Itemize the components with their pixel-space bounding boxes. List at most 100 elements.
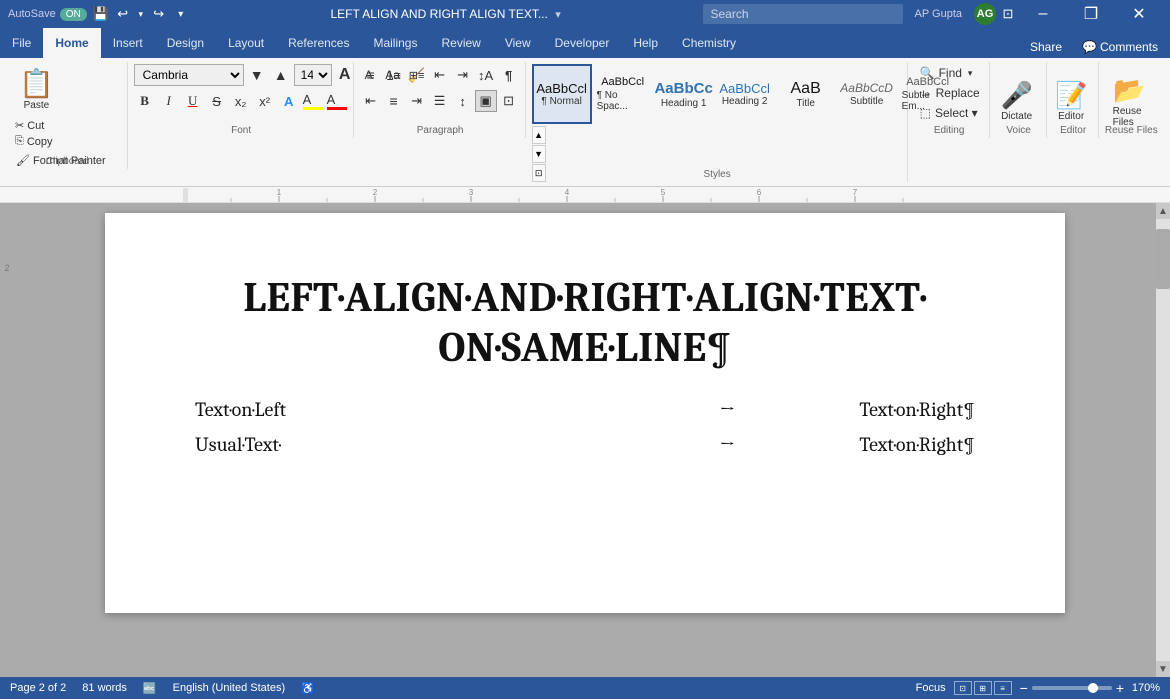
superscript-button[interactable]: x² bbox=[254, 90, 276, 112]
autosave-label: AutoSave ON bbox=[8, 8, 87, 21]
styles-scroll-down[interactable]: ▼ bbox=[532, 145, 546, 163]
zoom-out-button[interactable]: − bbox=[1020, 680, 1028, 696]
grow-font-icon[interactable]: A bbox=[334, 64, 356, 86]
underline-button[interactable]: U bbox=[182, 90, 204, 112]
sort-button[interactable]: ↕A bbox=[475, 64, 497, 86]
language-label[interactable]: English (United States) bbox=[173, 682, 286, 694]
focus-button[interactable]: Focus bbox=[916, 682, 946, 694]
style-no-space[interactable]: AaBbCcl ¶ No Spac... bbox=[593, 64, 653, 124]
zoom-in-button[interactable]: + bbox=[1116, 680, 1124, 696]
numbering-button[interactable]: 1≡ bbox=[383, 64, 405, 86]
show-formatting-button[interactable]: ¶ bbox=[498, 64, 520, 86]
search-input[interactable] bbox=[703, 4, 903, 24]
document-scroll[interactable]: LEFT·ALIGN·AND·RIGHT·ALIGN·TEXT· ON·SAME… bbox=[14, 203, 1156, 677]
scroll-up-button[interactable]: ▲ bbox=[1156, 203, 1170, 219]
cut-icon: ✂ bbox=[15, 119, 24, 132]
shading-button[interactable]: ▣ bbox=[475, 90, 497, 112]
increase-indent-button[interactable]: ⇥ bbox=[452, 64, 474, 86]
tab-file[interactable]: File bbox=[0, 28, 43, 58]
tab-home[interactable]: Home bbox=[43, 28, 100, 58]
style-title[interactable]: AaB Title bbox=[776, 64, 836, 124]
scroll-thumb[interactable] bbox=[1156, 229, 1170, 289]
print-layout-btn[interactable]: ⊡ bbox=[954, 681, 972, 695]
strikethrough-button[interactable]: S bbox=[206, 90, 228, 112]
ribbon-tabs: File Home Insert Design Layout Reference… bbox=[0, 28, 748, 58]
align-left-button[interactable]: ⇤ bbox=[360, 90, 382, 112]
read-mode-btn[interactable]: ≡ bbox=[994, 681, 1012, 695]
paste-button[interactable]: 📋 Paste bbox=[12, 64, 61, 114]
find-dropdown-icon[interactable]: ▾ bbox=[968, 68, 973, 79]
tab-references[interactable]: References bbox=[276, 28, 361, 58]
dictate-button[interactable]: 🎤 Dictate bbox=[992, 76, 1040, 126]
copy-button[interactable]: ⎘ Copy bbox=[12, 134, 110, 149]
styles-scroll-up[interactable]: ▲ bbox=[532, 126, 546, 144]
save-icon[interactable]: 💾 bbox=[93, 6, 109, 22]
tab-mailings[interactable]: Mailings bbox=[361, 28, 429, 58]
style-heading2[interactable]: AaBbCcl Heading 2 bbox=[715, 64, 775, 124]
tab-view[interactable]: View bbox=[493, 28, 543, 58]
tab-chemistry[interactable]: Chemistry bbox=[670, 28, 748, 58]
bullets-button[interactable]: ≡ bbox=[360, 64, 382, 86]
redo-icon[interactable]: ↪ bbox=[151, 6, 167, 22]
minimize-button[interactable]: – bbox=[1020, 0, 1066, 28]
title-dropdown-icon[interactable]: ▾ bbox=[555, 9, 561, 21]
share-button[interactable]: Share bbox=[1018, 36, 1074, 58]
highlight-color-button[interactable]: A bbox=[302, 90, 324, 112]
scroll-track[interactable] bbox=[1156, 219, 1170, 661]
doc-row-2[interactable]: Usual·Text· → Text·on·Right¶ bbox=[195, 433, 975, 456]
style-heading1[interactable]: AaBbCc Heading 1 bbox=[654, 64, 714, 124]
text-effects-button[interactable]: A bbox=[278, 90, 300, 112]
autosave-toggle[interactable]: ON bbox=[60, 8, 87, 21]
subscript-button[interactable]: x₂ bbox=[230, 90, 252, 112]
avatar[interactable]: AG bbox=[974, 3, 996, 25]
zoom-thumb[interactable] bbox=[1088, 683, 1098, 693]
web-layout-btn[interactable]: ⊞ bbox=[974, 681, 992, 695]
style-normal[interactable]: AaBbCcl ¶ Normal bbox=[532, 64, 592, 124]
svg-text:1: 1 bbox=[277, 188, 282, 197]
style-subtitle[interactable]: AaBbCcD Subtitle bbox=[837, 64, 897, 124]
multilevel-list-button[interactable]: ⊞≡ bbox=[406, 64, 428, 86]
tab-review[interactable]: Review bbox=[429, 28, 492, 58]
align-center-button[interactable]: ≡ bbox=[383, 90, 405, 112]
decrease-font-size-icon[interactable]: ▼ bbox=[246, 64, 268, 86]
select-button[interactable]: ⬚ Select ▾ bbox=[914, 104, 984, 122]
font-color-button[interactable]: A bbox=[326, 90, 348, 112]
vertical-scrollbar[interactable]: ▲ ▼ bbox=[1156, 203, 1170, 677]
undo-icon[interactable]: ↩ bbox=[115, 6, 131, 22]
zoom-slider[interactable] bbox=[1032, 686, 1112, 690]
cut-button[interactable]: ✂ Cut bbox=[12, 118, 110, 133]
scroll-down-button[interactable]: ▼ bbox=[1156, 661, 1170, 677]
accessibility-icon[interactable]: ♿ bbox=[301, 682, 315, 695]
spelling-check-icon[interactable]: 🔤 bbox=[143, 682, 157, 695]
tab-developer[interactable]: Developer bbox=[543, 28, 622, 58]
editor-button[interactable]: 📝 Editor bbox=[1047, 76, 1095, 126]
doc-row-1[interactable]: Text·on·Left → Text·on·Right¶ bbox=[195, 398, 975, 421]
document-heading[interactable]: LEFT·ALIGN·AND·RIGHT·ALIGN·TEXT· ON·SAME… bbox=[195, 273, 975, 374]
replace-button[interactable]: ↔ Replace bbox=[914, 84, 986, 102]
justify-button[interactable]: ☰ bbox=[429, 90, 451, 112]
comments-button[interactable]: 💬 Comments bbox=[1082, 40, 1158, 54]
increase-font-size-icon[interactable]: ▲ bbox=[270, 64, 292, 86]
reuse-files-button[interactable]: 📂 Reuse Files bbox=[1105, 71, 1154, 132]
undo-dropdown-icon[interactable]: ▾ bbox=[133, 6, 149, 22]
ribbon-display-icon[interactable]: ⊡ bbox=[1000, 6, 1016, 22]
tab-insert[interactable]: Insert bbox=[101, 28, 155, 58]
zoom-level[interactable]: 170% bbox=[1128, 682, 1160, 694]
font-name-select[interactable]: Cambria bbox=[134, 64, 244, 86]
copy-icon: ⎘ bbox=[15, 135, 24, 148]
decrease-indent-button[interactable]: ⇤ bbox=[429, 64, 451, 86]
find-button[interactable]: 🔍 Find ▾ bbox=[914, 64, 979, 82]
document-page[interactable]: LEFT·ALIGN·AND·RIGHT·ALIGN·TEXT· ON·SAME… bbox=[105, 213, 1065, 613]
customize-qat-icon[interactable]: ▾ bbox=[173, 6, 189, 22]
tab-design[interactable]: Design bbox=[155, 28, 216, 58]
close-button[interactable]: ✕ bbox=[1116, 0, 1162, 28]
line-spacing-button[interactable]: ↕ bbox=[452, 90, 474, 112]
italic-button[interactable]: I bbox=[158, 90, 180, 112]
borders-button[interactable]: ⊡ bbox=[498, 90, 520, 112]
align-right-button[interactable]: ⇥ bbox=[406, 90, 428, 112]
tab-help[interactable]: Help bbox=[621, 28, 670, 58]
bold-button[interactable]: B bbox=[134, 90, 156, 112]
tab-layout[interactable]: Layout bbox=[216, 28, 276, 58]
font-size-select[interactable]: 14 bbox=[294, 64, 332, 86]
restore-button[interactable]: ❐ bbox=[1068, 0, 1114, 28]
